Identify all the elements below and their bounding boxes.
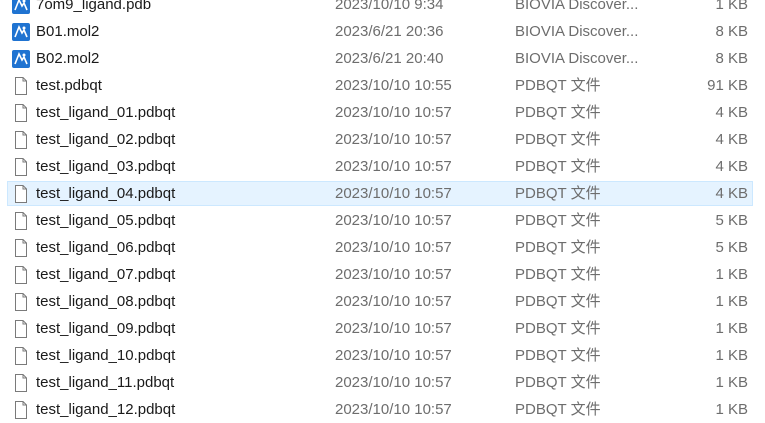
file-row[interactable]: test_ligand_07.pdbqt 2023/10/10 10:57 PD… [0, 261, 765, 288]
file-size: 1 KB [715, 0, 748, 13]
file-name: test_ligand_07.pdbqt [36, 266, 176, 283]
file-row[interactable]: test_ligand_10.pdbqt 2023/10/10 10:57 PD… [0, 342, 765, 369]
file-row[interactable]: test_ligand_03.pdbqt 2023/10/10 10:57 PD… [0, 153, 765, 180]
document-icon [12, 77, 30, 95]
file-type: PDBQT 文件 [515, 158, 601, 175]
file-name: test_ligand_11.pdbqt [36, 374, 175, 391]
file-size: 1 KB [715, 374, 748, 391]
file-name: test_ligand_05.pdbqt [36, 212, 176, 229]
document-icon [12, 104, 30, 122]
file-date: 2023/10/10 10:57 [335, 374, 452, 391]
file-row-selected[interactable]: test_ligand_04.pdbqt 2023/10/10 10:57 PD… [0, 180, 765, 207]
biovia-app-icon [12, 0, 30, 14]
file-type: PDBQT 文件 [515, 266, 601, 283]
document-icon [12, 239, 30, 257]
file-date: 2023/10/10 10:57 [335, 239, 452, 256]
file-type: BIOVIA Discover... [515, 23, 639, 40]
file-size: 1 KB [715, 293, 748, 310]
file-type: PDBQT 文件 [515, 320, 601, 337]
file-size: 1 KB [715, 347, 748, 364]
file-size: 4 KB [715, 158, 748, 175]
file-date: 2023/10/10 10:57 [335, 293, 452, 310]
file-name: B01.mol2 [36, 23, 100, 40]
file-name: test_ligand_03.pdbqt [36, 158, 176, 175]
file-type: PDBQT 文件 [515, 347, 601, 364]
file-size: 1 KB [715, 401, 748, 418]
document-icon [12, 293, 30, 311]
file-name: test_ligand_06.pdbqt [36, 239, 176, 256]
file-date: 2023/10/10 10:57 [335, 347, 452, 364]
document-icon [12, 131, 30, 149]
file-size: 4 KB [715, 131, 748, 148]
file-type: BIOVIA Discover... [515, 50, 639, 67]
document-icon [12, 158, 30, 176]
file-name: test_ligand_12.pdbqt [36, 401, 176, 418]
file-row[interactable]: test_ligand_08.pdbqt 2023/10/10 10:57 PD… [0, 288, 765, 315]
document-icon [12, 374, 30, 392]
file-row[interactable]: test_ligand_02.pdbqt 2023/10/10 10:57 PD… [0, 126, 765, 153]
file-name: test_ligand_08.pdbqt [36, 293, 176, 310]
file-type: PDBQT 文件 [515, 185, 601, 202]
file-row[interactable]: 7om9_ligand.pdb 2023/10/10 9:34 BIOVIA D… [0, 0, 765, 18]
file-date: 2023/10/10 10:57 [335, 158, 452, 175]
file-type: BIOVIA Discover... [515, 0, 639, 13]
file-name: test_ligand_10.pdbqt [36, 347, 176, 364]
file-date: 2023/10/10 10:57 [335, 320, 452, 337]
file-date: 2023/6/21 20:36 [335, 23, 444, 40]
file-date: 2023/10/10 10:57 [335, 104, 452, 121]
file-row[interactable]: B02.mol2 2023/6/21 20:40 BIOVIA Discover… [0, 45, 765, 72]
file-row[interactable]: test_ligand_09.pdbqt 2023/10/10 10:57 PD… [0, 315, 765, 342]
file-date: 2023/10/10 10:55 [335, 77, 452, 94]
file-type: PDBQT 文件 [515, 239, 601, 256]
file-date: 2023/6/21 20:40 [335, 50, 444, 67]
file-size: 1 KB [715, 266, 748, 283]
file-size: 1 KB [715, 320, 748, 337]
file-size: 5 KB [715, 212, 748, 229]
document-icon [12, 212, 30, 230]
file-type: PDBQT 文件 [515, 77, 601, 94]
document-icon [12, 347, 30, 365]
file-list: 7om9_ligand.pdb 2023/10/10 9:34 BIOVIA D… [0, 0, 765, 423]
biovia-app-icon [12, 50, 30, 68]
file-name: test_ligand_09.pdbqt [36, 320, 176, 337]
file-row[interactable]: test_ligand_12.pdbqt 2023/10/10 10:57 PD… [0, 396, 765, 423]
file-name: test.pdbqt [36, 77, 102, 94]
file-size: 5 KB [715, 239, 748, 256]
document-icon [12, 320, 30, 338]
file-size: 4 KB [715, 104, 748, 121]
file-row[interactable]: test_ligand_05.pdbqt 2023/10/10 10:57 PD… [0, 207, 765, 234]
file-date: 2023/10/10 10:57 [335, 266, 452, 283]
file-date: 2023/10/10 9:34 [335, 0, 444, 13]
file-size: 91 KB [707, 77, 748, 94]
file-row[interactable]: test_ligand_01.pdbqt 2023/10/10 10:57 PD… [0, 99, 765, 126]
file-type: PDBQT 文件 [515, 374, 601, 391]
file-type: PDBQT 文件 [515, 104, 601, 121]
document-icon [12, 266, 30, 284]
file-row[interactable]: test_ligand_06.pdbqt 2023/10/10 10:57 PD… [0, 234, 765, 261]
file-name: 7om9_ligand.pdb [36, 0, 152, 13]
document-icon [12, 401, 30, 419]
file-type: PDBQT 文件 [515, 131, 601, 148]
file-type: PDBQT 文件 [515, 212, 601, 229]
file-name: test_ligand_02.pdbqt [36, 131, 176, 148]
file-size: 8 KB [715, 23, 748, 40]
file-date: 2023/10/10 10:57 [335, 401, 452, 418]
file-row[interactable]: test_ligand_11.pdbqt 2023/10/10 10:57 PD… [0, 369, 765, 396]
file-name: test_ligand_04.pdbqt [36, 185, 176, 202]
file-date: 2023/10/10 10:57 [335, 185, 452, 202]
file-type: PDBQT 文件 [515, 293, 601, 310]
document-icon [12, 185, 30, 203]
file-row[interactable]: B01.mol2 2023/6/21 20:36 BIOVIA Discover… [0, 18, 765, 45]
biovia-app-icon [12, 23, 30, 41]
file-date: 2023/10/10 10:57 [335, 212, 452, 229]
file-name: test_ligand_01.pdbqt [36, 104, 176, 121]
file-date: 2023/10/10 10:57 [335, 131, 452, 148]
file-size: 4 KB [715, 185, 748, 202]
file-size: 8 KB [715, 50, 748, 67]
file-name: B02.mol2 [36, 50, 100, 67]
file-row[interactable]: test.pdbqt 2023/10/10 10:55 PDBQT 文件 91 … [0, 72, 765, 99]
file-type: PDBQT 文件 [515, 401, 601, 418]
